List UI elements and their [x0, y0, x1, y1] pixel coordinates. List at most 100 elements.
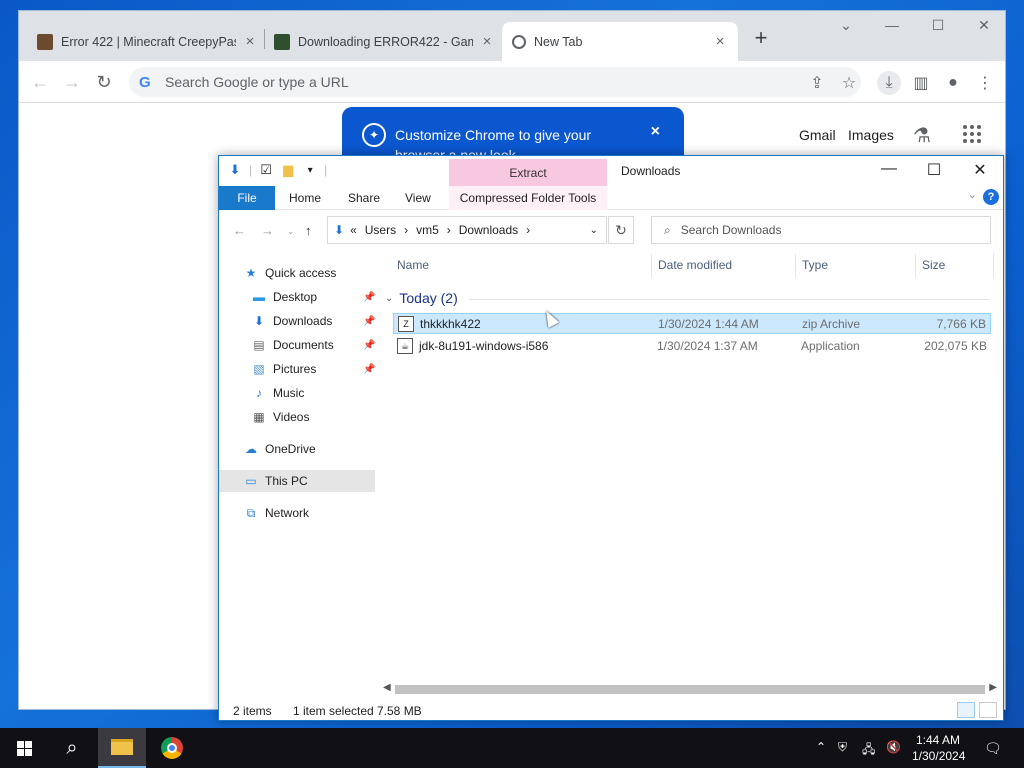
- recent-locations-icon[interactable]: ⌄: [287, 226, 295, 237]
- share-icon[interactable]: ⇪: [805, 71, 829, 95]
- images-link[interactable]: Images: [848, 127, 894, 143]
- nav-videos[interactable]: ▦ Videos: [251, 406, 309, 428]
- forward-icon[interactable]: →: [261, 223, 274, 238]
- chevron-right-icon[interactable]: ›: [447, 223, 451, 237]
- file-explorer-taskbar-icon[interactable]: [98, 728, 146, 768]
- breadcrumb-overflow[interactable]: «: [350, 223, 357, 237]
- customize-toolbar-icon[interactable]: ▾: [302, 162, 318, 178]
- tab-new-tab[interactable]: New Tab ×: [502, 22, 738, 61]
- tab-share[interactable]: Share: [348, 186, 380, 210]
- start-button[interactable]: [0, 728, 48, 768]
- omnibox-input[interactable]: [165, 74, 765, 90]
- minimize-icon[interactable]: —: [877, 17, 907, 33]
- details-view-icon[interactable]: [957, 702, 975, 718]
- chevron-down-icon[interactable]: ⌄: [385, 293, 393, 304]
- system-clock[interactable]: 1:44 AM 1/30/2024: [912, 732, 965, 764]
- pin-icon[interactable]: 📌: [363, 340, 375, 351]
- file-row[interactable]: ☕ jdk-8u191-windows-i586 1/30/2024 1:37 …: [393, 335, 991, 356]
- close-tab-icon[interactable]: ×: [242, 33, 258, 50]
- file-explorer-window: ⬇ | ☑ ▆ ▾ | Extract Downloads — ☐ ✕ File…: [218, 155, 1004, 721]
- breadcrumb-vm5[interactable]: vm5: [416, 223, 439, 237]
- reload-icon[interactable]: ↻: [93, 71, 115, 93]
- chevron-right-icon[interactable]: ›: [526, 223, 530, 237]
- close-tab-icon[interactable]: ×: [479, 33, 495, 50]
- expand-ribbon-icon[interactable]: ⌄: [968, 188, 977, 201]
- breadcrumb-users[interactable]: Users: [365, 223, 396, 237]
- minimize-icon[interactable]: —: [874, 160, 904, 178]
- nav-downloads[interactable]: ⬇ Downloads: [251, 310, 332, 332]
- tab-search-icon[interactable]: ⌄: [831, 17, 861, 34]
- downloads-icon[interactable]: ⤓: [877, 71, 901, 95]
- scroll-left-icon[interactable]: ◀: [383, 682, 391, 693]
- nav-quick-access[interactable]: ★ Quick access: [243, 262, 337, 284]
- tab-error422[interactable]: Error 422 | Minecraft CreepyPasta ×: [27, 22, 268, 61]
- file-row[interactable]: Z thkkkhk422 1/30/2024 1:44 AM zip Archi…: [393, 313, 991, 334]
- nav-network[interactable]: ⧉ Network: [243, 502, 309, 524]
- show-hidden-icons-icon[interactable]: ⌃: [816, 740, 826, 754]
- maximize-icon[interactable]: ☐: [923, 17, 953, 34]
- search-icon[interactable]: ⌕: [48, 728, 96, 768]
- column-divider[interactable]: [795, 254, 796, 278]
- address-bar[interactable]: ⬇ « Users › vm5 › Downloads › ⌄: [327, 216, 607, 244]
- omnibox[interactable]: G: [129, 67, 861, 97]
- properties-icon[interactable]: ☑: [258, 162, 274, 178]
- tab-view[interactable]: View: [405, 186, 431, 210]
- nav-pictures[interactable]: ▧ Pictures: [251, 358, 316, 380]
- column-size[interactable]: Size: [922, 258, 945, 272]
- group-today[interactable]: ⌄ Today (2): [385, 290, 989, 306]
- nav-onedrive[interactable]: ☁ OneDrive: [243, 438, 316, 460]
- profile-avatar-icon[interactable]: ●: [941, 71, 965, 95]
- tab-file[interactable]: File: [219, 186, 275, 210]
- tab-home[interactable]: Home: [289, 186, 321, 210]
- horizontal-scrollbar[interactable]: ◀ ▶: [381, 682, 999, 696]
- maximize-icon[interactable]: ☐: [919, 160, 949, 180]
- nav-documents[interactable]: ▤ Documents: [251, 334, 333, 356]
- nav-desktop[interactable]: ▬ Desktop: [251, 286, 317, 308]
- nav-music[interactable]: ♪ Music: [251, 382, 304, 404]
- column-type[interactable]: Type: [802, 258, 828, 272]
- search-box[interactable]: ⌕: [651, 216, 991, 244]
- network-tray-icon[interactable]: 🖧: [862, 740, 875, 761]
- bookmark-star-icon[interactable]: ☆: [837, 71, 861, 95]
- column-date-modified[interactable]: Date modified: [658, 258, 732, 272]
- scroll-thumb[interactable]: [395, 685, 985, 694]
- chrome-taskbar-icon[interactable]: [148, 728, 196, 768]
- up-icon[interactable]: ↑: [305, 223, 312, 238]
- labs-flask-icon[interactable]: ⚗: [913, 123, 931, 148]
- chevron-right-icon[interactable]: ›: [404, 223, 408, 237]
- new-tab-button[interactable]: +: [749, 25, 773, 51]
- gmail-link[interactable]: Gmail: [799, 127, 836, 143]
- scroll-right-icon[interactable]: ▶: [989, 682, 997, 693]
- volume-muted-icon[interactable]: 🔇: [886, 740, 901, 754]
- forward-icon[interactable]: →: [61, 71, 83, 93]
- help-icon[interactable]: ?: [983, 189, 999, 205]
- security-icon[interactable]: ⛨: [838, 740, 847, 755]
- back-icon[interactable]: ←: [29, 71, 51, 93]
- pin-icon[interactable]: 📌: [363, 316, 375, 327]
- side-panel-icon[interactable]: ▥: [909, 71, 933, 95]
- pin-icon[interactable]: 📌: [363, 292, 375, 303]
- close-window-icon[interactable]: ✕: [965, 160, 995, 180]
- breadcrumb-downloads[interactable]: Downloads: [459, 223, 518, 237]
- file-size: 7,766 KB: [936, 316, 986, 331]
- tab-downloading[interactable]: Downloading ERROR422 - GameFront ×: [264, 22, 505, 61]
- tab-compressed-folder-tools[interactable]: Compressed Folder Tools: [449, 186, 607, 210]
- address-dropdown-icon[interactable]: ⌄: [590, 225, 598, 236]
- close-promo-icon[interactable]: ×: [651, 123, 660, 141]
- refresh-icon[interactable]: ↻: [608, 216, 634, 244]
- close-window-icon[interactable]: ✕: [969, 17, 999, 34]
- notifications-icon[interactable]: 🗨: [984, 740, 1002, 757]
- large-icons-view-icon[interactable]: [979, 702, 997, 718]
- nav-this-pc[interactable]: ▭ This PC: [219, 470, 375, 492]
- back-icon[interactable]: ←: [233, 223, 246, 238]
- column-divider[interactable]: [993, 254, 994, 278]
- column-divider[interactable]: [915, 254, 916, 278]
- search-input[interactable]: [680, 223, 961, 237]
- google-apps-icon[interactable]: [963, 125, 981, 143]
- pin-icon[interactable]: 📌: [363, 364, 375, 375]
- column-divider[interactable]: [651, 254, 652, 278]
- close-tab-icon[interactable]: ×: [712, 33, 728, 50]
- new-folder-icon[interactable]: ▆: [280, 162, 296, 178]
- menu-kebab-icon[interactable]: ⋮: [973, 71, 997, 95]
- column-name[interactable]: Name: [397, 258, 429, 272]
